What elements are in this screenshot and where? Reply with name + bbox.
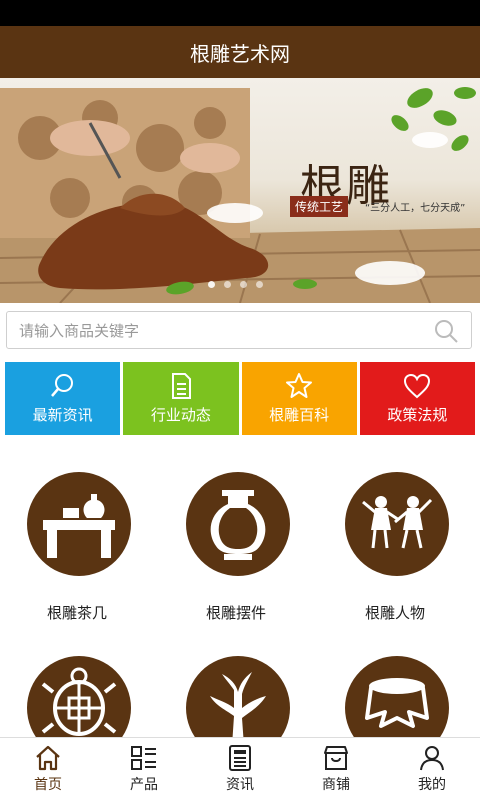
carousel-dot[interactable] <box>224 281 231 288</box>
tile-label: 行业动态 <box>150 406 211 424</box>
tab-me[interactable]: 我的 <box>384 738 480 800</box>
app-title: 根雕艺术网 <box>190 41 290 66</box>
document-icon <box>171 373 191 399</box>
tab-home[interactable]: 首页 <box>0 738 96 800</box>
tab-label: 资讯 <box>226 777 254 793</box>
heart-icon <box>404 373 431 399</box>
tile-label: 根雕百科 <box>269 406 330 424</box>
tab-label: 我的 <box>418 777 446 793</box>
search-icon[interactable] <box>433 318 459 344</box>
search-bar[interactable] <box>6 311 472 349</box>
quick-links: 最新资讯 行业动态 根雕百科 政策法规 <box>5 362 475 435</box>
dancers-icon <box>362 496 433 549</box>
tile-label: 政策法规 <box>387 406 448 424</box>
tab-label: 商铺 <box>322 777 350 793</box>
carousel-dot[interactable] <box>240 281 247 288</box>
tab-news[interactable]: 资讯 <box>192 738 288 800</box>
carousel-dot[interactable] <box>208 281 215 288</box>
category-circle <box>27 472 131 576</box>
app-header: 根雕艺术网 <box>0 26 480 78</box>
hero-banner[interactable]: 根雕 传统工艺 “三分人工，七分天成” <box>0 78 480 303</box>
tile-industry-news[interactable]: 行业动态 <box>123 362 239 435</box>
bottom-tab-bar: 首页 产品 资讯 商铺 我的 <box>0 737 480 800</box>
home-icon <box>36 745 60 771</box>
tile-latest-news[interactable]: 最新资讯 <box>5 362 121 435</box>
category-circle <box>345 472 449 576</box>
tab-label: 首页 <box>34 777 62 793</box>
category-circle <box>186 472 290 576</box>
news-icon <box>229 745 251 771</box>
user-icon <box>420 746 444 771</box>
tab-products[interactable]: 产品 <box>96 738 192 800</box>
tile-policies[interactable]: 政策法规 <box>359 362 475 435</box>
category-label: 根雕人物 <box>364 604 425 622</box>
tile-label: 最新资讯 <box>32 406 93 424</box>
search-input[interactable] <box>17 317 421 345</box>
shop-icon <box>324 746 348 770</box>
tab-shops[interactable]: 商铺 <box>288 738 384 800</box>
tea-table-icon <box>43 494 115 558</box>
tab-label: 产品 <box>130 777 158 793</box>
grid-list-icon <box>131 746 156 770</box>
category-label: 根雕茶几 <box>46 604 107 622</box>
carousel-dots <box>0 78 480 303</box>
star-icon <box>286 373 313 398</box>
tile-encyclopedia[interactable]: 根雕百科 <box>241 362 357 435</box>
vase-icon <box>210 490 266 560</box>
carousel-dot[interactable] <box>256 281 263 288</box>
category-label: 根雕摆件 <box>205 604 266 622</box>
status-bar <box>0 0 480 26</box>
search-icon <box>50 374 73 397</box>
